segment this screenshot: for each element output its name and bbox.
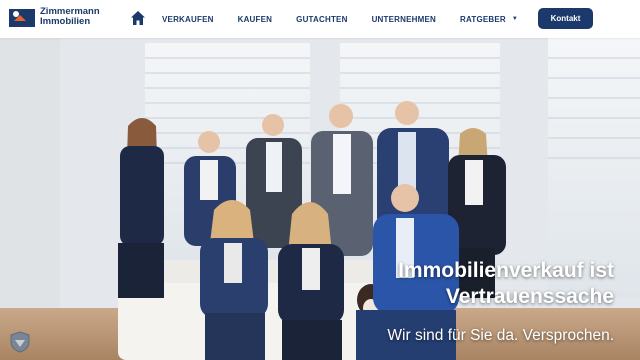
logo-icon — [9, 9, 35, 27]
nav-item-kaufen[interactable]: KAUFEN — [238, 15, 273, 24]
nav-item-ratgeber[interactable]: RATGEBER ▼ — [460, 15, 518, 24]
hero-headline-line2: Vertrauenssache — [445, 285, 614, 308]
nav-item-label: KAUFEN — [237, 14, 273, 24]
nav-item-verkaufen[interactable]: VERKAUFEN — [162, 15, 214, 24]
contact-button[interactable]: Kontakt — [538, 8, 593, 29]
nav-item-gutachten[interactable]: GUTACHTEN — [296, 15, 347, 24]
site-header: Zimmermann Immobilien VERKAUFEN KAUFEN G… — [0, 0, 640, 38]
brand-logo[interactable]: Zimmermann Immobilien — [8, 6, 100, 28]
home-icon[interactable] — [130, 10, 146, 26]
brand-name: Zimmermann Immobilien — [40, 7, 100, 27]
hero-headline-line1: Immobilienverkauf ist — [398, 259, 614, 282]
nav-item-label: RATGEBER — [460, 14, 506, 24]
hero-subline: Wir sind für Sie da. Versprochen. — [387, 327, 614, 344]
nav-item-label: UNTERNEHMEN — [371, 14, 437, 24]
brand-name-line2: Immobilien — [40, 16, 91, 27]
team-photo — [0, 38, 640, 360]
main-nav: VERKAUFEN KAUFEN GUTACHTEN UNTERNEHMEN R… — [162, 0, 542, 38]
hero-section: Immobilienverkauf ist Vertrauenssache — [0, 38, 640, 360]
nav-item-label: VERKAUFEN — [162, 14, 214, 24]
hero-headline: Immobilienverkauf ist Vertrauenssache — [398, 258, 614, 310]
nav-item-label: GUTACHTEN — [296, 14, 348, 24]
chevron-down-icon: ▼ — [511, 16, 519, 22]
nav-item-unternehmen[interactable]: UNTERNEHMEN — [372, 15, 436, 24]
shield-badge-icon — [10, 331, 30, 353]
